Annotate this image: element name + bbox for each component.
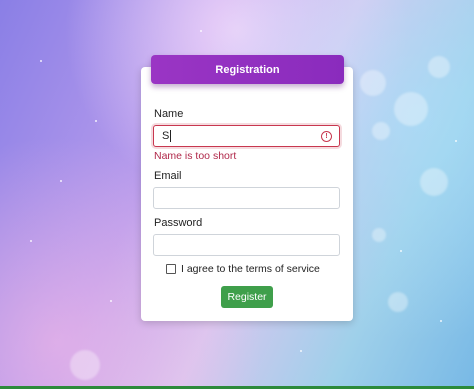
bokeh (394, 92, 428, 126)
terms-checkbox[interactable] (166, 264, 176, 274)
register-button-label: Register (227, 291, 267, 303)
terms-row[interactable]: I agree to the terms of service (166, 263, 320, 275)
alert-circle-icon: ! (321, 131, 332, 142)
sparkle (400, 250, 402, 252)
sparkle (110, 300, 112, 302)
email-field[interactable] (153, 187, 340, 209)
password-label: Password (154, 217, 203, 229)
bokeh (360, 70, 386, 96)
name-error-message: Name is too short (154, 150, 237, 162)
sparkle (40, 60, 42, 62)
bokeh (372, 228, 386, 242)
sparkle (95, 120, 97, 122)
name-label: Name (154, 108, 184, 120)
name-field[interactable]: S ! (153, 125, 340, 147)
sparkle (60, 180, 62, 182)
email-label: Email (154, 170, 182, 182)
password-field[interactable] (153, 234, 340, 256)
bokeh (70, 350, 100, 380)
register-button[interactable]: Register (221, 286, 273, 308)
form-header: Registration (151, 55, 344, 84)
name-value: S (162, 130, 170, 142)
sparkle (30, 240, 32, 242)
sparkle (440, 320, 442, 322)
text-caret (170, 130, 172, 142)
sparkle (200, 30, 202, 32)
terms-label: I agree to the terms of service (181, 263, 320, 275)
bokeh (372, 122, 390, 140)
form-title: Registration (215, 63, 280, 76)
sparkle (455, 140, 457, 142)
bokeh (420, 168, 448, 196)
sparkle (300, 350, 302, 352)
bokeh (388, 292, 408, 312)
bokeh (428, 56, 450, 78)
